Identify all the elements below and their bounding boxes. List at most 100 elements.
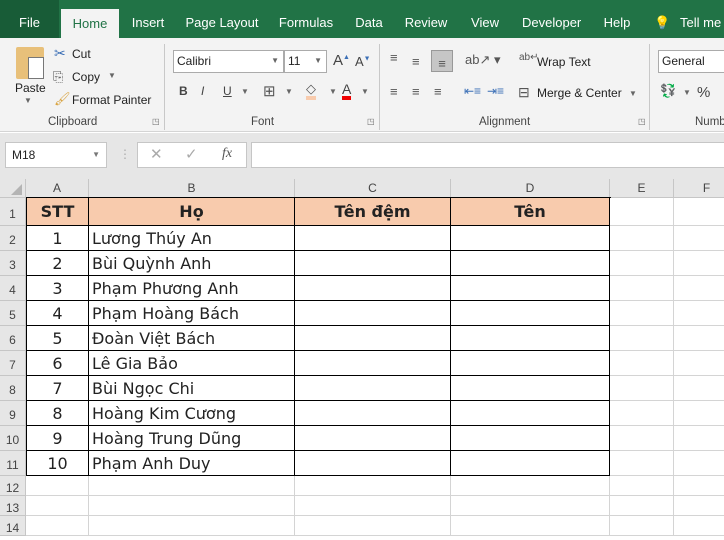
bold-button[interactable]: B bbox=[179, 84, 188, 98]
cell[interactable] bbox=[451, 276, 610, 301]
tab-home[interactable]: Home bbox=[61, 9, 119, 38]
enter-icon[interactable]: ✓ bbox=[185, 145, 198, 165]
name-box[interactable]: M18 ▼ bbox=[5, 142, 107, 168]
cell[interactable] bbox=[451, 496, 610, 516]
row-header-4[interactable]: 4 bbox=[0, 276, 26, 301]
currency-icon[interactable]: 💱 bbox=[660, 83, 676, 99]
cell[interactable] bbox=[610, 226, 674, 251]
cell[interactable] bbox=[295, 451, 451, 476]
cell[interactable] bbox=[26, 516, 89, 536]
cell[interactable] bbox=[610, 198, 674, 226]
cell[interactable] bbox=[610, 351, 674, 376]
cell[interactable]: Bùi Quỳnh Anh bbox=[89, 251, 295, 276]
row-header-14[interactable]: 14 bbox=[0, 516, 26, 536]
select-all-corner[interactable] bbox=[0, 179, 26, 198]
cell[interactable] bbox=[89, 476, 295, 496]
merge-center-button[interactable]: Merge & Center bbox=[537, 86, 622, 100]
align-bottom-icon[interactable]: ≡ bbox=[431, 50, 453, 72]
cell[interactable]: Hoàng Kim Cương bbox=[89, 401, 295, 426]
insert-function-button[interactable]: fx bbox=[222, 144, 232, 164]
cell[interactable] bbox=[295, 426, 451, 451]
cell[interactable] bbox=[610, 451, 674, 476]
cell[interactable] bbox=[610, 426, 674, 451]
cell[interactable]: Hoàng Trung Dũng bbox=[89, 426, 295, 451]
align-middle-icon[interactable]: ≡ bbox=[412, 54, 420, 69]
row-header-7[interactable]: 7 bbox=[0, 351, 26, 376]
cell[interactable]: 1 bbox=[26, 226, 89, 251]
cell[interactable] bbox=[295, 251, 451, 276]
cell[interactable] bbox=[610, 476, 674, 496]
cell[interactable] bbox=[451, 476, 610, 496]
row-header-2[interactable]: 2 bbox=[0, 226, 26, 251]
cell[interactable] bbox=[451, 376, 610, 401]
column-header-c[interactable]: C bbox=[295, 179, 451, 198]
cell[interactable] bbox=[295, 476, 451, 496]
cell[interactable] bbox=[295, 376, 451, 401]
tab-formulas[interactable]: Formulas bbox=[276, 0, 336, 38]
row-header-6[interactable]: 6 bbox=[0, 326, 26, 351]
decrease-indent-icon[interactable]: ⇤≡ bbox=[464, 84, 481, 98]
cell[interactable] bbox=[451, 451, 610, 476]
tell-me-search[interactable]: Tell me bbox=[680, 0, 724, 38]
cell[interactable] bbox=[674, 301, 724, 326]
cell[interactable] bbox=[674, 426, 724, 451]
cell[interactable]: 5 bbox=[26, 326, 89, 351]
cell[interactable] bbox=[451, 351, 610, 376]
cell[interactable] bbox=[674, 516, 724, 536]
dialog-launcher-icon[interactable]: ◳ bbox=[638, 117, 646, 126]
cell[interactable] bbox=[674, 476, 724, 496]
align-top-icon[interactable]: ≡ bbox=[390, 50, 398, 65]
cell[interactable] bbox=[674, 251, 724, 276]
increase-font-icon[interactable]: A▲ bbox=[333, 52, 350, 69]
column-header-a[interactable]: A bbox=[26, 179, 89, 198]
tab-help[interactable]: Help bbox=[600, 0, 634, 38]
cell[interactable] bbox=[674, 401, 724, 426]
tab-page-layout[interactable]: Page Layout bbox=[183, 0, 261, 38]
italic-button[interactable]: I bbox=[201, 84, 204, 98]
column-header-d[interactable]: D bbox=[451, 179, 610, 198]
paste-dropdown-icon[interactable]: ▼ bbox=[24, 96, 32, 105]
column-header-b[interactable]: B bbox=[89, 179, 295, 198]
cell[interactable]: Đoàn Việt Bách bbox=[89, 326, 295, 351]
currency-dropdown-icon[interactable]: ▼ bbox=[683, 88, 691, 97]
cell[interactable] bbox=[610, 496, 674, 516]
cell[interactable] bbox=[674, 351, 724, 376]
align-left-icon[interactable]: ≡ bbox=[390, 84, 398, 99]
cut-button[interactable]: Cut bbox=[72, 47, 91, 61]
cancel-icon[interactable]: ✕ bbox=[150, 145, 163, 165]
format-painter-button[interactable]: Format Painter bbox=[72, 93, 151, 107]
cell[interactable] bbox=[295, 401, 451, 426]
dialog-launcher-icon[interactable]: ◳ bbox=[367, 117, 375, 126]
underline-dropdown-icon[interactable]: ▼ bbox=[241, 87, 249, 96]
cell[interactable]: 8 bbox=[26, 401, 89, 426]
cell[interactable] bbox=[674, 376, 724, 401]
copy-dropdown-icon[interactable]: ▼ bbox=[108, 71, 116, 80]
borders-dropdown-icon[interactable]: ▼ bbox=[285, 87, 293, 96]
tab-file[interactable]: File bbox=[0, 0, 59, 38]
cell[interactable] bbox=[610, 376, 674, 401]
cell[interactable] bbox=[451, 516, 610, 536]
cell[interactable] bbox=[295, 496, 451, 516]
drag-handle-icon[interactable]: ⋮ bbox=[119, 147, 131, 161]
cell[interactable] bbox=[451, 226, 610, 251]
row-header-3[interactable]: 3 bbox=[0, 251, 26, 276]
cell[interactable] bbox=[26, 496, 89, 516]
dialog-launcher-icon[interactable]: ◳ bbox=[152, 117, 160, 126]
cell[interactable] bbox=[295, 301, 451, 326]
tab-developer[interactable]: Developer bbox=[522, 0, 581, 38]
cell[interactable]: 10 bbox=[26, 451, 89, 476]
cell[interactable]: 7 bbox=[26, 376, 89, 401]
cell[interactable] bbox=[295, 516, 451, 536]
font-name-select[interactable]: Calibri ▼ bbox=[173, 50, 284, 73]
cell[interactable] bbox=[295, 351, 451, 376]
cell[interactable] bbox=[295, 326, 451, 351]
cell[interactable] bbox=[674, 226, 724, 251]
cell[interactable]: Phạm Anh Duy bbox=[89, 451, 295, 476]
percent-button[interactable]: % bbox=[697, 84, 710, 101]
cell[interactable] bbox=[89, 496, 295, 516]
cell[interactable] bbox=[610, 301, 674, 326]
tab-insert[interactable]: Insert bbox=[128, 0, 168, 38]
cell[interactable]: 3 bbox=[26, 276, 89, 301]
increase-indent-icon[interactable]: ⇥≡ bbox=[487, 84, 504, 98]
row-header-9[interactable]: 9 bbox=[0, 401, 26, 426]
